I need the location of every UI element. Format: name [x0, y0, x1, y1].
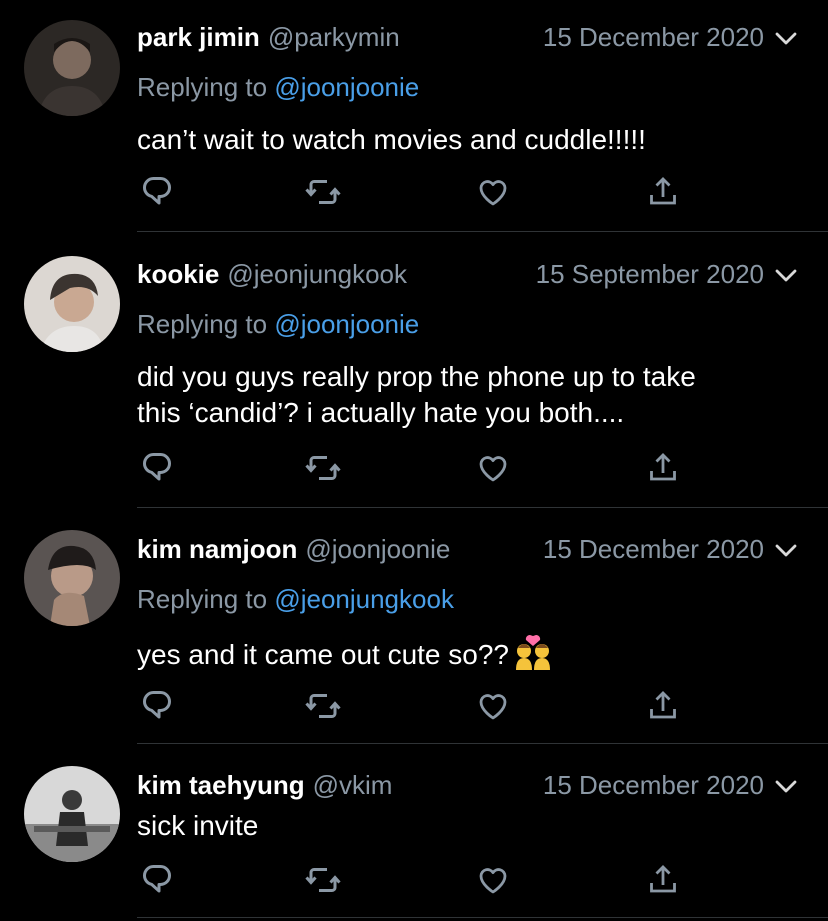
share-icon[interactable] [645, 688, 681, 724]
avatar[interactable] [24, 766, 120, 862]
display-name[interactable]: kookie [137, 259, 219, 289]
tweet-kookie[interactable]: kookie @jeonjungkook 15 September 2020 Re… [0, 232, 828, 508]
tweet-actions [137, 174, 697, 210]
chevron-down-icon[interactable] [774, 263, 798, 287]
tweet-namjoon[interactable]: kim namjoon @joonjoonie 15 December 2020 … [0, 508, 828, 744]
tweet-text: sick invite [137, 810, 259, 841]
like-icon[interactable] [475, 450, 511, 486]
retweet-icon[interactable] [305, 688, 341, 724]
reply-icon[interactable] [139, 862, 175, 898]
replying-to: Replying to @joonjoonie [137, 309, 420, 339]
like-icon[interactable] [475, 174, 511, 210]
retweet-icon[interactable] [305, 862, 341, 898]
tweet-jimin[interactable]: park jimin @parkymin 15 December 2020 Rep… [0, 0, 828, 232]
tweet-date: 15 December 2020 [542, 770, 764, 800]
like-icon[interactable] [475, 862, 511, 898]
tweet-actions [137, 450, 697, 486]
divider [137, 917, 828, 918]
chevron-down-icon[interactable] [774, 774, 798, 798]
retweet-icon[interactable] [305, 174, 341, 210]
display-name[interactable]: park jimin [137, 22, 260, 52]
display-name[interactable]: kim taehyung [137, 770, 305, 800]
tweet-text: yes and it came out cute so?? [137, 634, 802, 673]
tweet-text: did you guys really prop the phone up to… [137, 359, 802, 431]
retweet-icon[interactable] [305, 450, 341, 486]
share-icon[interactable] [645, 862, 681, 898]
tweet-date: 15 September 2020 [535, 259, 764, 289]
like-icon[interactable] [475, 688, 511, 724]
tweet-date: 15 December 2020 [542, 22, 764, 52]
replying-to: Replying to @jeonjungkook [137, 584, 454, 614]
couple-with-heart-emoji [516, 634, 550, 670]
user-handle[interactable]: @joonjoonie [305, 534, 450, 564]
mention-link[interactable]: @joonjoonie [274, 72, 419, 102]
avatar[interactable] [24, 530, 120, 626]
reply-icon[interactable] [139, 174, 175, 210]
user-handle[interactable]: @jeonjungkook [227, 259, 407, 289]
reply-icon[interactable] [139, 688, 175, 724]
user-handle[interactable]: @vkim [313, 770, 393, 800]
chevron-down-icon[interactable] [774, 538, 798, 562]
share-icon[interactable] [645, 450, 681, 486]
avatar[interactable] [24, 256, 120, 352]
display-name[interactable]: kim namjoon [137, 534, 297, 564]
mention-link[interactable]: @jeonjungkook [274, 584, 454, 614]
mention-link[interactable]: @joonjoonie [274, 309, 419, 339]
tweet-date: 15 December 2020 [542, 534, 764, 564]
replying-to: Replying to @joonjoonie [137, 72, 420, 102]
chevron-down-icon[interactable] [774, 26, 798, 50]
tweet-text-line: did you guys really prop the phone up to… [137, 361, 696, 392]
tweet-actions [137, 688, 697, 724]
reply-icon[interactable] [139, 450, 175, 486]
tweet-text-line: this ‘candid’? i actually hate you both.… [137, 397, 625, 428]
tweet-text: can’t wait to watch movies and cuddle!!!… [137, 124, 646, 155]
share-icon[interactable] [645, 174, 681, 210]
tweet-taehyung[interactable]: kim taehyung @vkim 15 December 2020 sick … [0, 744, 828, 921]
tweet-actions [137, 862, 697, 898]
avatar[interactable] [24, 20, 120, 116]
user-handle[interactable]: @parkymin [268, 22, 400, 52]
